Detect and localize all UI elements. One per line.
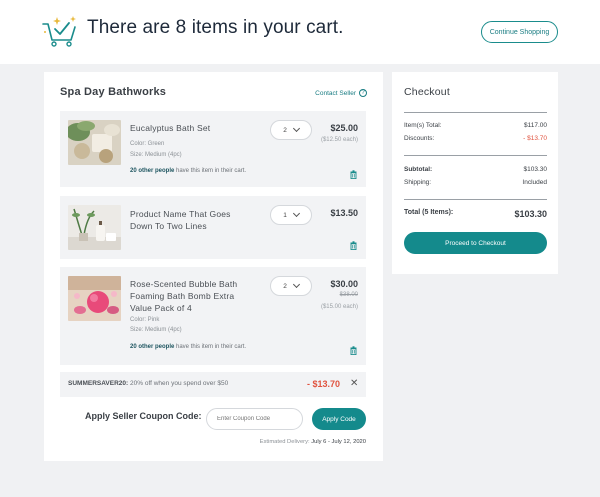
item-price: $25.00 — [330, 123, 358, 133]
item-unit-price: ($12.50 each) — [320, 137, 358, 143]
cart-item: Eucalyptus Bath Set Color: Green Size: M… — [60, 111, 366, 187]
seller-cart-panel: Spa Day Bathworks Contact Seller ? Eucal… — [44, 72, 383, 461]
item-price: $13.50 — [330, 208, 358, 218]
quantity-value: 1 — [283, 211, 287, 219]
question-icon: ? — [359, 89, 367, 97]
divider — [404, 199, 547, 200]
trash-icon[interactable] — [350, 170, 357, 179]
delivery-dates: July 6 - July 12, 2020 — [311, 439, 366, 445]
item-name: Rose-Scented Bubble Bath Foaming Bath Bom… — [130, 279, 238, 313]
item-color: Color: Green — [130, 141, 165, 147]
quantity-select[interactable]: 2 — [270, 120, 312, 140]
quantity-select[interactable]: 1 — [270, 205, 312, 225]
item-original-price: $38.00 — [339, 292, 358, 298]
divider — [404, 112, 547, 113]
item-popularity: 20 other people have this item in their … — [130, 168, 247, 174]
trash-icon[interactable] — [350, 346, 357, 355]
contact-seller-link[interactable]: Contact Seller ? — [315, 89, 367, 97]
checkout-title: Checkout — [404, 86, 450, 98]
proceed-to-checkout-button[interactable]: Proceed to Checkout — [404, 232, 547, 254]
item-size: Size: Medium (4pc) — [130, 152, 182, 158]
trash-icon[interactable] — [350, 241, 357, 250]
chevron-down-icon — [292, 209, 300, 218]
item-price: $30.00 — [330, 279, 358, 289]
promo-code: SUMMERSAVER20: — [68, 380, 129, 387]
order-total-row: Total (5 Items): $103.30 — [404, 209, 547, 219]
shipping-row: Shipping: Included — [404, 179, 547, 186]
items-total-row: Item(s) Total: $117.00 — [404, 122, 547, 129]
divider — [404, 155, 547, 156]
cart-check-icon — [42, 16, 76, 47]
estimated-delivery: Estimated Delivery: July 6 - July 12, 20… — [259, 439, 366, 445]
cart-item: Rose-Scented Bubble Bath Foaming Bath Bom… — [60, 267, 366, 365]
promo-description: SUMMERSAVER20: 20% off when you spend ov… — [68, 380, 229, 387]
quantity-select[interactable]: 2 — [270, 276, 312, 296]
item-popularity: 20 other people have this item in their … — [130, 344, 247, 350]
chevron-down-icon — [292, 280, 300, 289]
product-image — [68, 276, 121, 321]
item-color: Color: Pink — [130, 317, 160, 323]
product-image — [68, 120, 121, 165]
contact-seller-label: Contact Seller — [315, 89, 356, 97]
seller-name: Spa Day Bathworks — [60, 86, 167, 98]
page-title: There are 8 items in your cart. — [87, 17, 344, 38]
discounts-row: Discounts: - $13.70 — [404, 135, 547, 142]
subtotal-row: Subtotal: $103.30 — [404, 166, 547, 173]
item-name: Product Name That Goes Down To Two Lines — [130, 209, 231, 231]
promo-discount-amount: - $13.70 — [307, 379, 341, 389]
quantity-value: 2 — [283, 126, 287, 134]
quantity-value: 2 — [283, 282, 287, 290]
item-size: Size: Medium (4pc) — [130, 327, 182, 333]
item-unit-price: ($15.00 each) — [320, 304, 358, 310]
coupon-label: Apply Seller Coupon Code: — [85, 411, 202, 421]
remove-promo-icon[interactable]: ✕ — [350, 378, 358, 389]
page-header: There are 8 items in your cart. Continue… — [0, 0, 600, 64]
cart-item: Product Name That Goes Down To Two Lines … — [60, 196, 366, 259]
checkout-summary-panel: Checkout Item(s) Total: $117.00 Discounts… — [392, 72, 558, 274]
item-name: Eucalyptus Bath Set — [130, 123, 211, 133]
continue-shopping-button[interactable]: Continue Shopping — [481, 21, 558, 43]
chevron-down-icon — [292, 124, 300, 133]
coupon-code-input[interactable] — [206, 408, 303, 430]
applied-promo: SUMMERSAVER20: 20% off when you spend ov… — [60, 372, 366, 397]
product-image — [68, 205, 121, 250]
apply-code-button[interactable]: Apply Code — [312, 408, 366, 430]
